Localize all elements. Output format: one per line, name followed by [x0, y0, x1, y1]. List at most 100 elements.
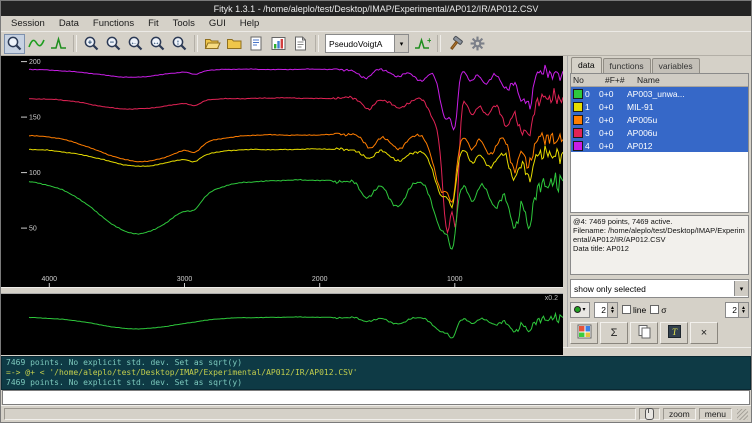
color-swatch-icon[interactable] [573, 115, 583, 125]
zoom-in-button[interactable]: + [81, 34, 102, 54]
row-dataset-name: MIL-91 [627, 102, 748, 112]
y-tick-label: 200 [29, 59, 41, 66]
mag-icon [6, 35, 23, 52]
spinner-arrows-icon[interactable]: ▲▼ [607, 303, 617, 317]
show-filter-dropdown[interactable]: show only selected ▾ [570, 279, 749, 298]
save-session-button[interactable] [224, 34, 245, 54]
info-filename: Filename: /home/aleplo/test/Desktop/IMAP… [573, 226, 746, 244]
tab-functions[interactable]: functions [603, 58, 651, 73]
function-type-value: PseudoVoigtA [326, 39, 394, 49]
tab-data[interactable]: data [571, 57, 602, 73]
main-plot[interactable]: 200150100504000300020001000 [1, 56, 563, 287]
checkbox-icon[interactable] [622, 305, 631, 314]
menu-gui[interactable]: GUI [202, 17, 233, 31]
row-dataset-name: AP006u [627, 128, 748, 138]
table-row[interactable]: 30+0AP006u [571, 126, 748, 139]
plot-background [1, 56, 563, 287]
color-swatch-icon[interactable] [573, 102, 583, 112]
transform-data-button[interactable]: T [660, 322, 688, 344]
column-header: #F+# [603, 74, 635, 86]
table-row[interactable]: 00+0AP003_unwa... [571, 87, 748, 100]
svg-text:+: + [88, 38, 93, 47]
dataset-info: @4: 7469 points, 7469 active. Filename: … [570, 215, 749, 275]
aux-plot[interactable]: x0.2 [1, 294, 563, 355]
add-peak-mode-button[interactable] [48, 34, 69, 54]
output-console[interactable]: 7469 points. No explicit std. dev. Set a… [1, 356, 751, 390]
plot-column: 200150100504000300020001000 x0.2 [1, 56, 563, 347]
previous-zoom-button[interactable]: ← [125, 34, 146, 54]
chevron-down-icon[interactable]: ▾ [734, 281, 748, 296]
x-tick-label: 3000 [177, 276, 193, 283]
console-line: 7469 points. No explicit std. dev. Set a… [6, 358, 746, 368]
color-swatch-icon[interactable] [573, 141, 583, 151]
table-row[interactable]: 20+0AP005u [571, 113, 748, 126]
delete-dataset-button[interactable]: × [690, 322, 718, 344]
y-tick-label: 100 [29, 170, 41, 177]
run-fit-button[interactable] [445, 34, 466, 54]
point-symbol-icon [574, 306, 581, 313]
export-image-button[interactable] [268, 34, 289, 54]
title-bar: Fityk 1.3.1 - /home/aleplo/test/Desktop/… [1, 1, 751, 16]
function-type-dropdown[interactable]: PseudoVoigtA▾ [325, 34, 409, 53]
table-row[interactable]: 10+0MIL-91 [571, 100, 748, 113]
resize-grip[interactable] [737, 409, 748, 420]
plot-splitter[interactable] [1, 287, 563, 294]
menu-tools[interactable]: Tools [166, 17, 202, 31]
mag-icon: − [105, 35, 122, 52]
menu-fit[interactable]: Fit [141, 17, 166, 31]
row-function-count: 0+0 [599, 102, 627, 112]
point-style-button[interactable]: ▾ [570, 302, 590, 318]
status-message-panel [4, 408, 636, 420]
menu-session[interactable]: Session [4, 17, 52, 31]
sigma-checkbox[interactable]: σ [650, 305, 666, 315]
checkbox-icon[interactable] [650, 305, 659, 314]
menu-data[interactable]: Data [52, 17, 86, 31]
table-row[interactable]: 40+0AP012 [571, 139, 748, 152]
menu-help[interactable]: Help [233, 17, 267, 31]
show-log-button[interactable] [290, 34, 311, 54]
status-menu-button[interactable]: menu [699, 408, 732, 420]
copy-icon [637, 324, 652, 342]
mag-icon: ↔ [149, 35, 166, 52]
execute-script-button[interactable] [246, 34, 267, 54]
sidebar: datafunctionsvariables No#F+#Name 00+0AP… [567, 56, 751, 347]
zoom-all-vertically-button[interactable]: ↕ [169, 34, 190, 54]
zoom-all-horizontally-button[interactable]: ↔ [147, 34, 168, 54]
data-range-mode-button[interactable] [26, 34, 47, 54]
spinner-arrows-icon[interactable]: ▲▼ [738, 303, 748, 317]
delete-dataset-button-glyph: × [701, 327, 707, 339]
x-tick-label: 2000 [312, 276, 328, 283]
menu-functions[interactable]: Functions [86, 17, 141, 31]
row-function-count: 0+0 [599, 89, 627, 99]
info-points: @4: 7469 points, 7469 active. [573, 217, 746, 226]
color-swatch-icon[interactable] [573, 89, 583, 99]
sum-datasets-button[interactable]: Σ [600, 322, 628, 344]
svg-text:−: − [110, 38, 115, 47]
line-checkbox[interactable]: line [622, 305, 646, 315]
row-number: 3 [585, 128, 599, 138]
zoom-out-button[interactable]: − [103, 34, 124, 54]
tab-variables[interactable]: variables [652, 58, 700, 73]
copy-dataset-button[interactable] [630, 322, 658, 344]
row-function-count: 0+0 [599, 115, 627, 125]
zoom-mode-button[interactable] [4, 34, 25, 54]
folder-icon [226, 35, 243, 52]
edit-data-button[interactable] [570, 322, 598, 344]
settings-button[interactable] [467, 34, 488, 54]
chevron-down-icon[interactable]: ▾ [394, 35, 408, 52]
point-size-spinner[interactable]: 2 ▲▼ [594, 302, 618, 318]
main-area: 200150100504000300020001000 x0.2 datafun… [1, 56, 751, 347]
row-number: 4 [585, 141, 599, 151]
color-swatch-icon[interactable] [573, 128, 583, 138]
zoom-status-button[interactable]: zoom [663, 408, 696, 420]
script-icon [248, 35, 265, 52]
plot-background [1, 294, 563, 355]
main-plot-svg: 200150100504000300020001000 [1, 56, 563, 287]
command-input[interactable] [2, 390, 750, 405]
grid-icon [577, 324, 592, 342]
data-table-header: No#F+#Name [571, 74, 748, 87]
open-file-button[interactable] [202, 34, 223, 54]
menu-bar: SessionDataFunctionsFitToolsGUIHelp [1, 16, 751, 31]
auto-add-peak-button[interactable]: + [412, 34, 433, 54]
sigma-size-spinner[interactable]: 2 ▲▼ [725, 302, 749, 318]
